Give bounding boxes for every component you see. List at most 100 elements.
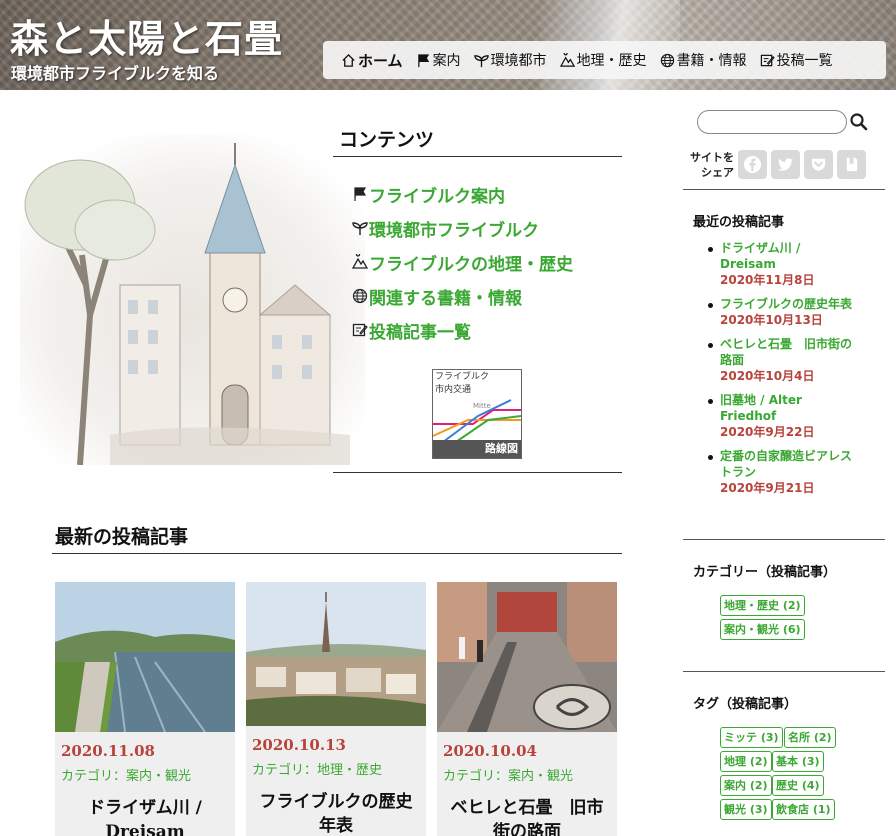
recent-post-title[interactable]: ドライザム川 / Dreisam: [720, 240, 858, 272]
post-thumbnail-river: [55, 582, 235, 733]
flag-icon: [354, 187, 367, 201]
contents-link-list: フライブルク案内 環境都市フライブルク フライブルクの地理・歴史 関連する書籍・…: [333, 177, 622, 347]
recent-post-title[interactable]: 旧墓地 / Alter Friedhof: [720, 392, 858, 424]
recent-post-title[interactable]: ベヒレと石畳 旧市街の路面: [720, 336, 858, 368]
sidebar-divider: [683, 671, 885, 672]
recent-post-date: 2020年10月4日: [720, 369, 815, 383]
post-card[interactable]: 2020.10.13 カテゴリ：地理・歴史 フライブルクの歴史年表: [246, 582, 426, 836]
nav-geo-history[interactable]: 地理・歴史: [559, 50, 647, 70]
facebook-icon: [743, 155, 762, 174]
recent-post-date: 2020年9月22日: [720, 425, 815, 439]
route-map-station: Mitte: [473, 402, 491, 410]
recent-post-date: 2020年11月8日: [720, 273, 815, 287]
post-title[interactable]: ドライザム川 / Dreisam: [55, 784, 235, 836]
share-label-line2: シェア: [701, 166, 734, 179]
pocket-icon: [811, 158, 826, 171]
nav-geo-history-label: 地理・歴史: [576, 53, 647, 69]
tag-link[interactable]: 基本 (3): [772, 751, 824, 772]
tags-heading: タグ（投稿記事）: [693, 697, 798, 712]
nav-books-info[interactable]: 書籍・情報: [660, 50, 747, 70]
route-map-link[interactable]: フライブルク 市内交通 Mitte 路線図: [432, 369, 522, 459]
route-map-footer: 路線図: [433, 440, 521, 458]
post-card[interactable]: 2020.11.08 カテゴリ：案内・観光 ドライザム川 / Dreisam: [55, 582, 235, 836]
recent-posts-list: ドライザム川 / Dreisam 2020年11月8日 フライブルクの歴史年表 …: [708, 240, 858, 504]
mountain-icon: [352, 254, 368, 269]
categories-heading: カテゴリー（投稿記事）: [693, 565, 837, 580]
post-date: 2020.11.08: [61, 742, 155, 760]
share-twitter-button[interactable]: [771, 150, 800, 179]
tag-link[interactable]: 歴史 (4): [772, 775, 824, 796]
nav-books-info-label: 書籍・情報: [676, 53, 747, 69]
contents-item-books-info: 関連する書籍・情報: [352, 279, 622, 313]
category-link-geo-history[interactable]: 地理・歴史 (2): [720, 595, 805, 616]
recent-post-date: 2020年9月21日: [720, 481, 815, 495]
post-category[interactable]: カテゴリ：案内・観光: [437, 760, 617, 784]
post-title[interactable]: フライブルクの歴史年表: [246, 778, 426, 836]
recent-post-item: ベヒレと石畳 旧市街の路面 2020年10月4日: [708, 336, 858, 384]
tag-link[interactable]: ミッテ (3): [720, 727, 783, 748]
contents-item-eco-city: 環境都市フライブルク: [352, 211, 622, 245]
tag-link[interactable]: 観光 (3): [720, 799, 772, 820]
tag-link[interactable]: 案内 (2): [720, 775, 772, 796]
post-date: 2020.10.04: [443, 742, 537, 760]
search-input[interactable]: [697, 110, 847, 134]
contents-link-guide[interactable]: フライブルク案内: [369, 182, 505, 207]
twitter-icon: [777, 158, 794, 171]
contents-panel: コンテンツ フライブルク案内 環境都市フライブルク フライブルクの地理・歴史 関…: [333, 120, 622, 474]
contents-link-geo-history[interactable]: フライブルクの地理・歴史: [369, 250, 573, 275]
home-icon: [342, 53, 355, 67]
contents-link-post-list[interactable]: 投稿記事一覧: [369, 318, 471, 343]
nav-home[interactable]: ホーム: [341, 50, 403, 71]
share-label-line1: サイトを: [690, 151, 734, 164]
contents-link-books-info[interactable]: 関連する書籍・情報: [369, 284, 522, 309]
share-facebook-button[interactable]: [738, 150, 767, 179]
recent-post-item: 旧墓地 / Alter Friedhof 2020年9月22日: [708, 392, 858, 440]
tag-link[interactable]: 飲食店 (1): [772, 799, 835, 820]
edit-icon: [352, 323, 368, 337]
search-icon[interactable]: [849, 112, 869, 132]
sidebar-divider: [683, 189, 885, 190]
recent-post-title[interactable]: フライブルクの歴史年表: [720, 296, 858, 312]
post-date: 2020.10.13: [252, 736, 346, 754]
contents-item-geo-history: フライブルクの地理・歴史: [352, 245, 622, 279]
site-title[interactable]: 森と太陽と石畳: [10, 8, 283, 63]
mountain-icon: [559, 52, 575, 67]
post-category[interactable]: カテゴリ：地理・歴史: [246, 754, 426, 778]
sprout-icon: [473, 54, 489, 67]
nav-guide[interactable]: 案内: [416, 50, 461, 70]
contents-link-eco-city[interactable]: 環境都市フライブルク: [369, 216, 539, 241]
share-pocket-button[interactable]: [804, 150, 833, 179]
nav-home-label: ホーム: [358, 51, 403, 70]
tag-link[interactable]: 名所 (2): [784, 727, 836, 748]
post-category[interactable]: カテゴリ：案内・観光: [55, 760, 235, 784]
contents-item-guide: フライブルク案内: [352, 177, 622, 211]
recent-post-item: ドライザム川 / Dreisam 2020年11月8日: [708, 240, 858, 288]
recent-post-title[interactable]: 定番の自家醸造ビアレストラン: [720, 448, 858, 480]
nav-eco-city-label: 環境都市: [490, 53, 547, 69]
edit-icon: [760, 54, 775, 66]
share-label: サイトを シェア: [684, 150, 734, 180]
post-title[interactable]: ベヒレと石畳 旧市街の路面: [437, 784, 617, 836]
post-card[interactable]: 2020.10.04 カテゴリ：案内・観光 ベヒレと石畳 旧市街の路面: [437, 582, 617, 836]
recent-posts-heading: 最近の投稿記事: [693, 215, 785, 230]
latest-posts-heading: 最新の投稿記事: [52, 522, 622, 554]
nav-eco-city[interactable]: 環境都市: [473, 50, 547, 70]
tag-link[interactable]: 地理 (2): [720, 751, 772, 772]
site-header: 森と太陽と石畳 環境都市フライブルクを知る ホーム 案内 環境都市 地理・歴史 …: [0, 0, 896, 90]
post-thumbnail-cobblestone: [437, 582, 617, 732]
bookmark-icon: [846, 157, 858, 172]
globe-icon: [660, 53, 674, 67]
nav-post-list-label: 投稿一覧: [776, 53, 833, 69]
sidebar-divider: [683, 539, 885, 540]
category-link-guide-tourism[interactable]: 案内・観光 (6): [720, 619, 805, 640]
contents-item-post-list: 投稿記事一覧: [352, 313, 622, 347]
recent-post-date: 2020年10月13日: [720, 313, 823, 327]
share-bookmark-button[interactable]: [837, 150, 866, 179]
nav-post-list[interactable]: 投稿一覧: [760, 50, 833, 70]
contents-divider: [333, 472, 622, 473]
site-subtitle: 環境都市フライブルクを知る: [11, 64, 220, 83]
sprout-icon: [352, 222, 368, 235]
post-thumbnail-cityscape: [246, 582, 426, 726]
main-nav: ホーム 案内 環境都市 地理・歴史 書籍・情報 投稿一覧: [323, 41, 886, 79]
nav-guide-label: 案内: [432, 53, 461, 69]
